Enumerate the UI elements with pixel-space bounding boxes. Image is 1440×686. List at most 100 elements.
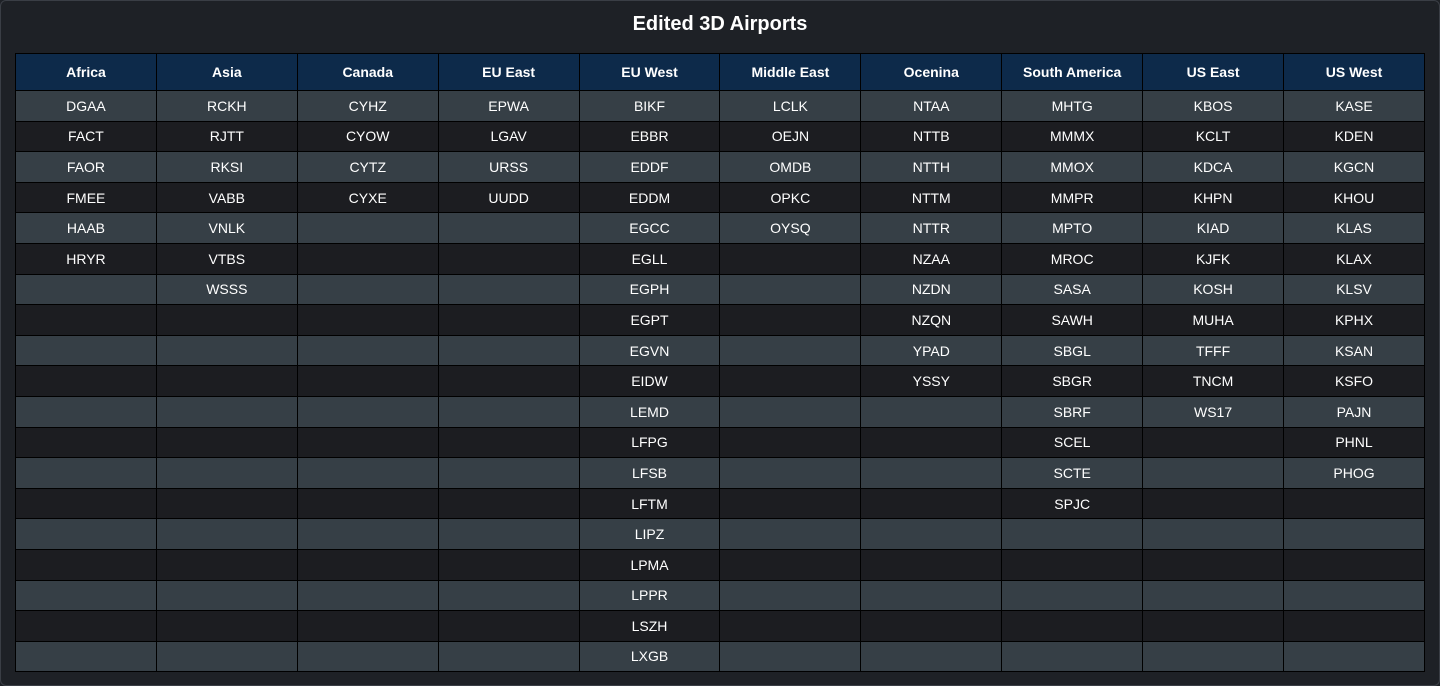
table-cell: [1283, 579, 1425, 612]
table-cell: [155, 579, 298, 612]
table-row: DGAA RCKH CYHZ EPWA BIKF LCLK NTAA MHTG KBOS KASE: [15, 90, 1425, 122]
table-cell: KPHX: [1283, 304, 1425, 336]
column-header: Canada: [296, 53, 439, 91]
table-cell: [15, 304, 157, 336]
table-row: EGVN YPAD SBGL TFFF KSAN: [15, 334, 1425, 367]
table-cell: EDDF: [578, 151, 721, 183]
table-cell: [719, 579, 862, 612]
table-cell: [1142, 610, 1285, 642]
table-cell: [1001, 610, 1144, 642]
table-cell: [1142, 579, 1285, 612]
table-cell: [719, 548, 862, 581]
table-row: LFPG SCEL PHNL: [15, 426, 1425, 459]
table-cell: [719, 273, 862, 306]
table-cell: RCKH: [155, 90, 298, 122]
table-cell: [155, 365, 298, 397]
table-cell: [296, 334, 439, 367]
table-cell: KJFK: [1142, 242, 1285, 275]
table-cell: [296, 365, 439, 397]
table-cell: LXGB: [578, 640, 721, 673]
table-cell: PAJN: [1283, 395, 1425, 428]
table-cell: YPAD: [860, 334, 1003, 367]
table-cell: [296, 548, 439, 581]
table-cell: [719, 365, 862, 397]
table-cell: [155, 395, 298, 428]
table-cell: [719, 518, 862, 550]
table-cell: [15, 640, 157, 673]
table-cell: KCLT: [1142, 120, 1285, 153]
table-cell: MUHA: [1142, 304, 1285, 336]
table-cell: [437, 426, 580, 459]
table-cell: SCEL: [1001, 426, 1144, 459]
table-cell: KSFO: [1283, 365, 1425, 397]
column-header: EU West: [578, 53, 721, 91]
column-header: South America: [1001, 53, 1144, 91]
table-cell: [15, 518, 157, 550]
table-cell: [155, 548, 298, 581]
table-cell: [860, 487, 1003, 520]
table-cell: [296, 579, 439, 612]
table-row: LFSB SCTE PHOG: [15, 457, 1425, 489]
table-row: EGPT NZQN SAWH MUHA KPHX: [15, 304, 1425, 336]
table-cell: [437, 548, 580, 581]
table-cell: [1001, 548, 1144, 581]
table-cell: RKSI: [155, 151, 298, 183]
table-cell: MMPR: [1001, 181, 1144, 214]
table-cell: [1142, 518, 1285, 550]
table-cell: LEMD: [578, 395, 721, 428]
table-cell: [155, 640, 298, 673]
table-cell: FAOR: [15, 151, 157, 183]
table-cell: KLAS: [1283, 212, 1425, 244]
table-cell: [1142, 457, 1285, 489]
table-cell: SPJC: [1001, 487, 1144, 520]
table-cell: [15, 395, 157, 428]
table-cell: NTTR: [860, 212, 1003, 244]
header-row: Africa Asia Canada EU East EU West Middle Eas…: [15, 53, 1425, 91]
table-cell: SBGR: [1001, 365, 1144, 397]
table-cell: PHOG: [1283, 457, 1425, 489]
table-cell: EGVN: [578, 334, 721, 367]
table-cell: [15, 273, 157, 306]
table-cell: KDCA: [1142, 151, 1285, 183]
table-row: HAAB VNLK EGCC OYSQ NTTR MPTO KIAD KLAS: [15, 212, 1425, 244]
table-cell: KOSH: [1142, 273, 1285, 306]
table-cell: [15, 579, 157, 612]
table-cell: HRYR: [15, 242, 157, 275]
table-cell: [437, 212, 580, 244]
table-cell: UUDD: [437, 181, 580, 214]
table-cell: NTAA: [860, 90, 1003, 122]
table-cell: LCLK: [719, 90, 862, 122]
table-row: FMEE VABB CYXE UUDD EDDM OPKC NTTM MMPR KHPN KHOU: [15, 181, 1425, 214]
table-cell: [155, 426, 298, 459]
table-cell: OMDB: [719, 151, 862, 183]
table-row: LPMA: [15, 548, 1425, 581]
table-row: FAOR RKSI CYTZ URSS EDDF OMDB NTTH MMOX KDCA KGCN: [15, 151, 1425, 183]
table-cell: KHOU: [1283, 181, 1425, 214]
table-cell: EDDM: [578, 181, 721, 214]
table-cell: LPPR: [578, 579, 721, 612]
table-cell: [860, 548, 1003, 581]
table-cell: [860, 518, 1003, 550]
table-cell: EGPT: [578, 304, 721, 336]
table-cell: [437, 334, 580, 367]
table-cell: FACT: [15, 120, 157, 153]
table-cell: LGAV: [437, 120, 580, 153]
table-cell: [1142, 640, 1285, 673]
table-cell: [1283, 640, 1425, 673]
table-cell: OYSQ: [719, 212, 862, 244]
table-cell: [155, 304, 298, 336]
table-row: LSZH: [15, 610, 1425, 642]
column-header: Ocenina: [860, 53, 1003, 91]
table-cell: OEJN: [719, 120, 862, 153]
table-cell: MMMX: [1001, 120, 1144, 153]
table-cell: [437, 610, 580, 642]
table-cell: NZQN: [860, 304, 1003, 336]
table-cell: [1142, 487, 1285, 520]
table-cell: URSS: [437, 151, 580, 183]
page-title: Edited 3D Airports: [632, 13, 808, 35]
table-cell: [1283, 548, 1425, 581]
table-cell: EGCC: [578, 212, 721, 244]
table-row: LPPR: [15, 579, 1425, 612]
table-cell: [437, 365, 580, 397]
table-cell: [719, 242, 862, 275]
